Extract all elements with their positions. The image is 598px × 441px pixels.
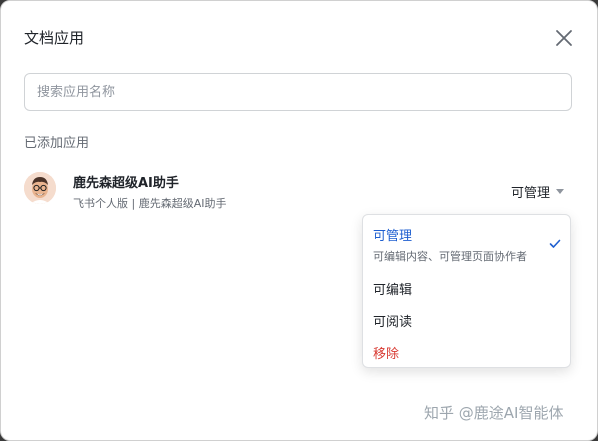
permission-dropdown-button[interactable]: 可管理 <box>511 182 565 201</box>
permission-menu: 可管理 可编辑内容、可管理页面协作者 可编辑 可阅读 移除 <box>362 214 571 368</box>
menu-item-read[interactable]: 可阅读 <box>373 311 412 330</box>
check-icon <box>549 239 561 248</box>
watermark: 知乎 @鹿途AI智能体 <box>424 404 564 422</box>
caret-down-icon <box>556 189 565 194</box>
menu-item-manage-description: 可编辑内容、可管理页面协作者 <box>373 250 527 263</box>
search-input[interactable] <box>24 73 572 111</box>
menu-item-edit[interactable]: 可编辑 <box>373 279 412 298</box>
dialog-title: 文档应用 <box>24 29 85 47</box>
menu-item-remove[interactable]: 移除 <box>373 343 399 362</box>
app-name: 鹿先森超级AI助手 <box>73 176 179 191</box>
document-apps-dialog: 文档应用 已添加应用 鹿先森超级AI助手 飞书个人版 | 鹿先森超级AI助手 可… <box>0 0 598 441</box>
cartoon-avatar-icon <box>24 172 56 204</box>
close-icon[interactable] <box>552 26 576 50</box>
permission-label: 可管理 <box>511 186 551 201</box>
section-label: 已添加应用 <box>24 136 90 151</box>
menu-item-manage[interactable]: 可管理 <box>373 225 412 244</box>
app-subtitle: 飞书个人版 | 鹿先森超级AI助手 <box>73 197 227 210</box>
